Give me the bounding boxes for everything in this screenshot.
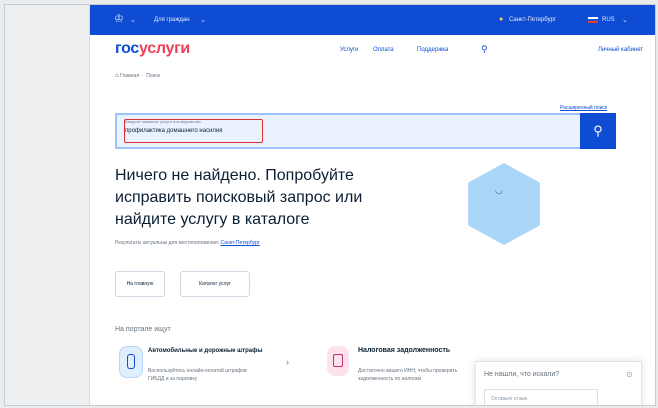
feedback-widget: Не нашли, что искали? ⊙ Оставьте отзыв	[475, 361, 642, 405]
portal-heading: На портале ищут	[115, 326, 171, 333]
logo-part-gos: гос	[115, 40, 140, 57]
location-note: Результаты актуальны для местоположения:…	[115, 240, 260, 246]
close-icon[interactable]: ⊙	[626, 370, 633, 379]
location-note-text: Результаты актуальны для местоположения:	[115, 240, 220, 246]
home-button[interactable]: На главную	[115, 271, 165, 297]
search-icon[interactable]: ⚲	[481, 44, 488, 55]
mascot-face-icon: ◡	[495, 185, 503, 195]
query-highlight-box	[124, 119, 263, 143]
nav-payment[interactable]: Оплата	[373, 47, 394, 53]
card-tax-title[interactable]: Налоговая задолженность	[358, 347, 450, 354]
chevron-down-icon[interactable]: ⌄	[200, 16, 206, 24]
coat-of-arms-icon[interactable]: ♔	[114, 14, 124, 25]
home-icon[interactable]: ⌂	[115, 73, 119, 79]
breadcrumb: ⌂ Главная · Поиск	[115, 73, 161, 79]
citizens-menu[interactable]: Для граждан	[154, 17, 190, 23]
card-tax-desc: Достаточно вашего ИНН, чтобы проверить з…	[358, 368, 458, 382]
location-pin-icon: ●	[499, 16, 504, 23]
personal-cabinet-link[interactable]: Личный кабинет	[598, 47, 643, 53]
chevron-right-icon[interactable]: ›	[286, 357, 289, 367]
logo-part-uslugi: услуги	[139, 40, 190, 57]
tax-document-icon[interactable]	[327, 346, 349, 376]
nav-support[interactable]: Поддержка	[417, 47, 448, 53]
not-found-line: исправить поисковый запрос или	[115, 189, 363, 206]
not-found-line: найдите услугу в каталоге	[115, 211, 310, 228]
chevron-down-icon[interactable]: ⌄	[622, 16, 628, 24]
nav-services[interactable]: Услуги	[340, 47, 358, 53]
chevron-down-icon[interactable]: ⌄	[130, 16, 136, 24]
location-note-city-link[interactable]: Санкт-Петербург	[221, 240, 260, 246]
advanced-search-link[interactable]: Расширенный поиск	[560, 105, 607, 111]
left-margin	[5, 5, 90, 405]
gosuslugi-logo[interactable]: госуслуги	[115, 40, 190, 58]
flag-icon	[588, 17, 598, 23]
language-select[interactable]: RUS	[602, 17, 615, 23]
screenshot-frame: ♔ ⌄ Для граждан ⌄ ● Санкт-Петербург RUS …	[4, 4, 656, 406]
not-found-line: Ничего не найдено. Попробуйте	[115, 167, 354, 184]
breadcrumb-home[interactable]: Главная	[120, 73, 139, 79]
breadcrumb-current: Поиск	[146, 73, 161, 79]
catalog-button[interactable]: Каталог услуг	[180, 271, 250, 297]
traffic-light-icon[interactable]	[119, 346, 143, 378]
feedback-button[interactable]: Оставьте отзыв	[484, 389, 598, 405]
card-fines-title[interactable]: Автомобильные и дорожные штрафы	[148, 347, 278, 355]
location-link[interactable]: Санкт-Петербург	[509, 17, 556, 23]
not-found-message: Ничего не найдено. Попробуйте исправить …	[115, 165, 415, 231]
top-bar: ♔ ⌄ Для граждан ⌄ ● Санкт-Петербург RUS …	[90, 5, 655, 35]
search-button[interactable]: ⚲	[580, 113, 616, 149]
card-fines-desc: Воспользуйтесь онлайн-оплатой штрафов ГИ…	[148, 368, 247, 382]
gosuslugi-page: ♔ ⌄ Для граждан ⌄ ● Санкт-Петербург RUS …	[90, 5, 655, 405]
feedback-widget-title: Не нашли, что искали?	[484, 371, 560, 378]
site-header: госуслуги Услуги Оплата Поддержка ⚲ Личн…	[90, 35, 655, 65]
mascot-illustration: ◡	[468, 163, 540, 245]
